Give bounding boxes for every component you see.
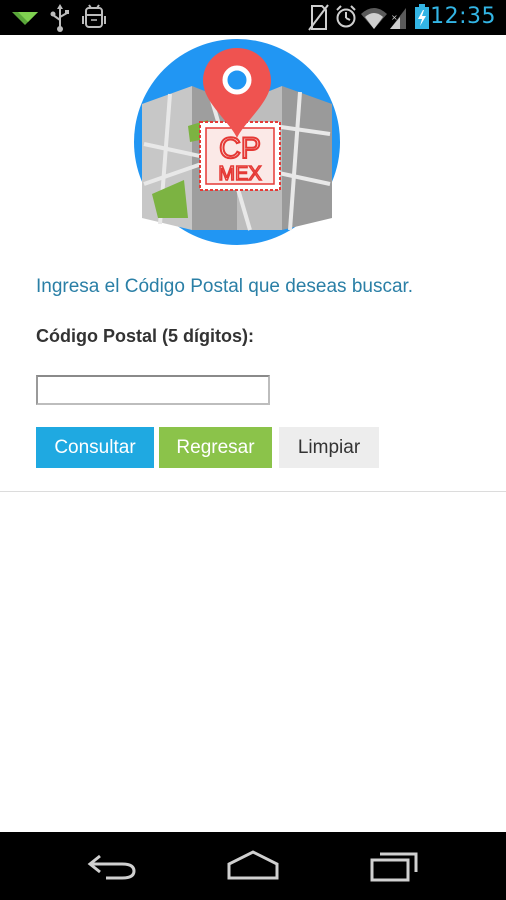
recents-icon[interactable] (364, 846, 424, 886)
wifi-icon (361, 8, 387, 29)
consultar-button[interactable]: Consultar (36, 427, 154, 468)
limpiar-button[interactable]: Limpiar (279, 427, 379, 468)
instruction-text: Ingresa el Código Postal que deseas busc… (36, 276, 414, 297)
no-sim-icon (308, 4, 329, 31)
navigation-bar (0, 832, 506, 900)
usb-icon (50, 4, 69, 32)
postal-code-input[interactable] (36, 375, 270, 405)
android-debug-icon (82, 4, 106, 28)
cell-signal-icon: × (390, 8, 406, 29)
postal-code-label: Código Postal (5 dígitos): (36, 326, 254, 346)
map-panel-right (282, 86, 332, 230)
svg-text:×: × (391, 13, 398, 22)
battery-charging-icon (415, 4, 429, 29)
signal-notification-icon (12, 12, 38, 25)
back-icon[interactable] (82, 846, 142, 886)
clock-time: 12:35 (430, 4, 496, 29)
status-bar: × 12:35 (0, 0, 506, 35)
alarm-icon (336, 5, 356, 28)
divider (0, 491, 506, 492)
home-icon[interactable] (223, 846, 283, 886)
logo-text-cp: CP (219, 132, 261, 165)
logo-text-mex: MEX (218, 163, 261, 185)
regresar-button[interactable]: Regresar (159, 427, 272, 468)
app-logo: CP MEX (134, 39, 340, 245)
